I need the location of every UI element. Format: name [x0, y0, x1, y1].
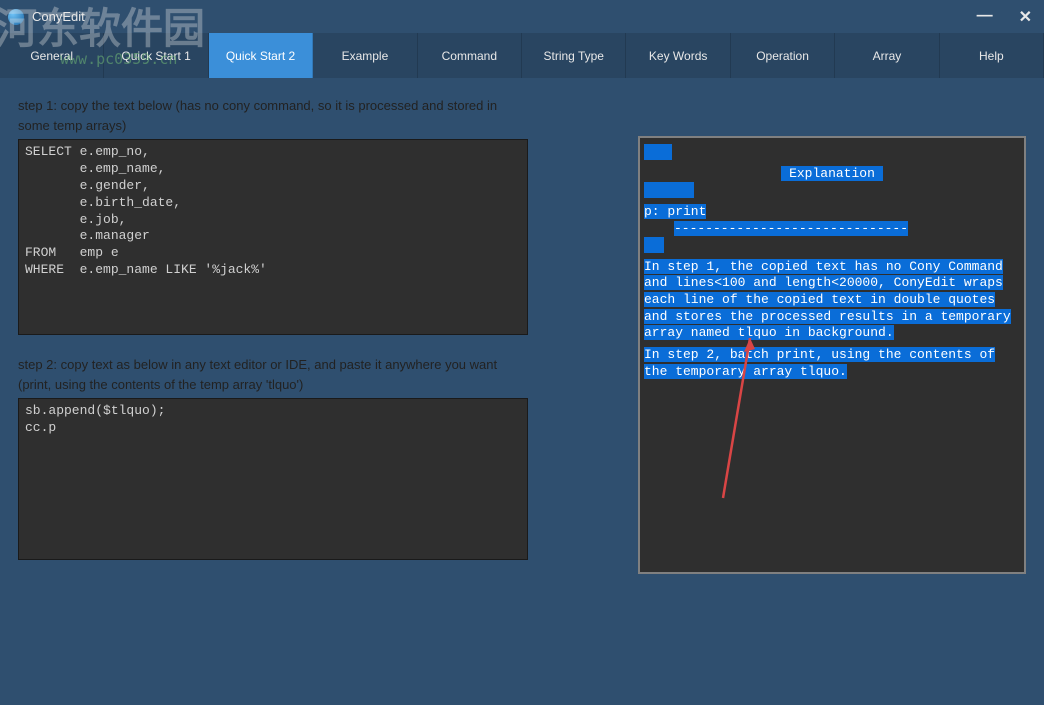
tab-operation[interactable]: Operation	[731, 33, 835, 78]
explanation-header: Explanation	[781, 166, 883, 181]
left-column: step 1: copy the text below (has no cony…	[18, 96, 528, 687]
tab-quick-start-1[interactable]: Quick Start 1	[104, 33, 208, 78]
explanation-para1: In step 1, the copied text has no Cony C…	[644, 259, 1011, 341]
tab-example[interactable]: Example	[313, 33, 417, 78]
code-block-2[interactable]: sb.append($tlquo); cc.p	[18, 398, 528, 560]
tab-array[interactable]: Array	[835, 33, 939, 78]
explanation-separator: ------------------------------	[674, 221, 908, 236]
close-button[interactable]: ✕	[1019, 7, 1032, 27]
tab-general[interactable]: General	[0, 33, 104, 78]
explanation-cmd: p: print	[644, 204, 706, 219]
tab-command[interactable]: Command	[418, 33, 522, 78]
step2-label: step 2: copy text as below in any text e…	[18, 355, 528, 394]
minimize-button[interactable]: —	[977, 7, 993, 27]
code-block-1[interactable]: SELECT e.emp_no, e.emp_name, e.gender, e…	[18, 139, 528, 335]
tab-quick-start-2[interactable]: Quick Start 2	[209, 33, 313, 78]
window-controls: — ✕	[977, 7, 1032, 27]
explanation-para2: In step 2, batch print, using the conten…	[644, 347, 995, 379]
right-column: Explanation p: print -------------------…	[638, 96, 1026, 687]
content-area: step 1: copy the text below (has no cony…	[0, 78, 1044, 705]
app-title: ConyEdit	[32, 9, 977, 24]
tab-help[interactable]: Help	[940, 33, 1044, 78]
tab-string-type[interactable]: String Type	[522, 33, 626, 78]
explanation-panel[interactable]: Explanation p: print -------------------…	[638, 136, 1026, 574]
tab-key-words[interactable]: Key Words	[626, 33, 730, 78]
title-bar: ConyEdit — ✕	[0, 0, 1044, 33]
step1-label: step 1: copy the text below (has no cony…	[18, 96, 528, 135]
app-icon	[8, 9, 24, 25]
tab-bar: General Quick Start 1 Quick Start 2 Exam…	[0, 33, 1044, 78]
